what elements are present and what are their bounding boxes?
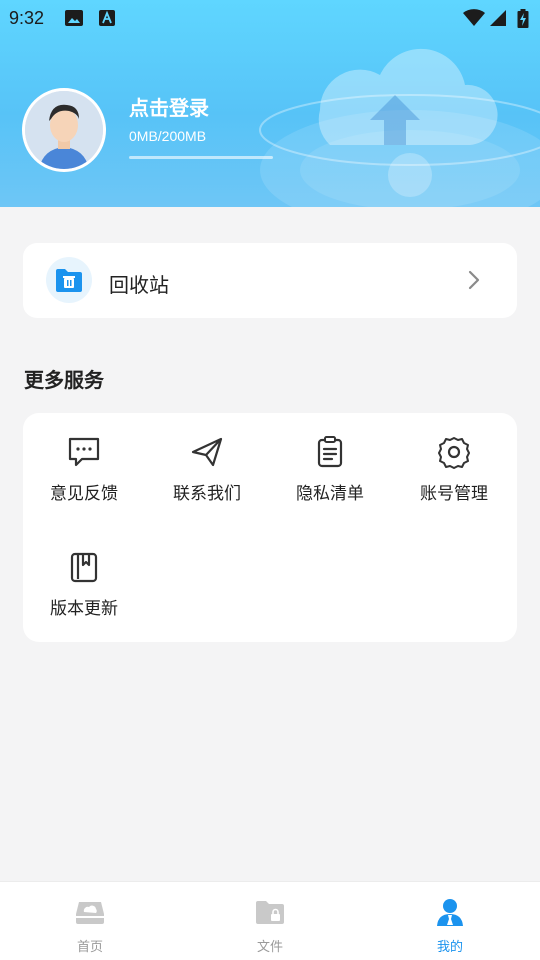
avatar[interactable] xyxy=(22,88,106,172)
user-profile-icon xyxy=(437,899,463,926)
recycle-bin-row[interactable]: 回收站 xyxy=(23,243,517,318)
text-app-notification-icon xyxy=(99,10,115,26)
service-contact-us[interactable]: 联系我们 xyxy=(152,435,262,515)
tab-mine[interactable]: 我的 xyxy=(360,882,540,960)
tab-home[interactable]: 首页 xyxy=(0,882,180,960)
feedback-message-icon xyxy=(68,437,100,467)
more-services-title: 更多服务 xyxy=(24,368,104,392)
tab-files-label: 文件 xyxy=(256,940,283,955)
storage-usage-text: 0MB/200MB xyxy=(129,128,207,144)
cloud-storage-illustration xyxy=(259,48,540,207)
service-privacy-list-label: 隐私清单 xyxy=(296,484,364,504)
recycle-bin-label: 回收站 xyxy=(109,273,169,297)
wifi-icon xyxy=(463,9,485,27)
gear-icon xyxy=(438,437,470,469)
service-version-update-label: 版本更新 xyxy=(50,599,118,619)
status-bar: 9:32 xyxy=(0,0,540,36)
recycle-bin-icon-badge xyxy=(46,257,92,303)
battery-charging-icon xyxy=(517,9,529,28)
tab-files[interactable]: 文件 xyxy=(180,882,360,960)
drive-home-icon xyxy=(76,902,104,924)
service-version-update[interactable]: 版本更新 xyxy=(29,550,139,630)
user-avatar-icon xyxy=(25,91,103,169)
service-privacy-list[interactable]: 隐私清单 xyxy=(275,435,385,515)
trash-folder-icon xyxy=(56,269,82,292)
bookmark-book-icon xyxy=(70,552,98,583)
service-contact-us-label: 联系我们 xyxy=(173,484,241,504)
image-notification-icon xyxy=(65,10,83,26)
services-grid: 意见反馈 联系我们 隐私清单 账号管理 版本更新 xyxy=(23,413,517,642)
chevron-right-icon xyxy=(468,270,480,290)
service-account-management[interactable]: 账号管理 xyxy=(399,435,509,515)
storage-progress-bar xyxy=(129,156,273,159)
status-time: 9:32 xyxy=(9,8,45,28)
signal-icon xyxy=(490,10,506,26)
folder-lock-icon xyxy=(256,901,284,924)
clipboard-list-icon xyxy=(317,436,343,468)
service-account-management-label: 账号管理 xyxy=(420,484,488,504)
paper-plane-icon xyxy=(191,437,223,467)
tab-home-label: 首页 xyxy=(76,940,103,955)
profile-header: 9:32 点击登录 0MB/200MB xyxy=(0,0,540,207)
service-feedback-label: 意见反馈 xyxy=(50,484,118,504)
tab-mine-label: 我的 xyxy=(436,940,463,955)
service-feedback[interactable]: 意见反馈 xyxy=(29,435,139,515)
bottom-tab-bar: 首页 文件 我的 xyxy=(0,881,540,960)
login-prompt[interactable]: 点击登录 xyxy=(129,92,209,121)
